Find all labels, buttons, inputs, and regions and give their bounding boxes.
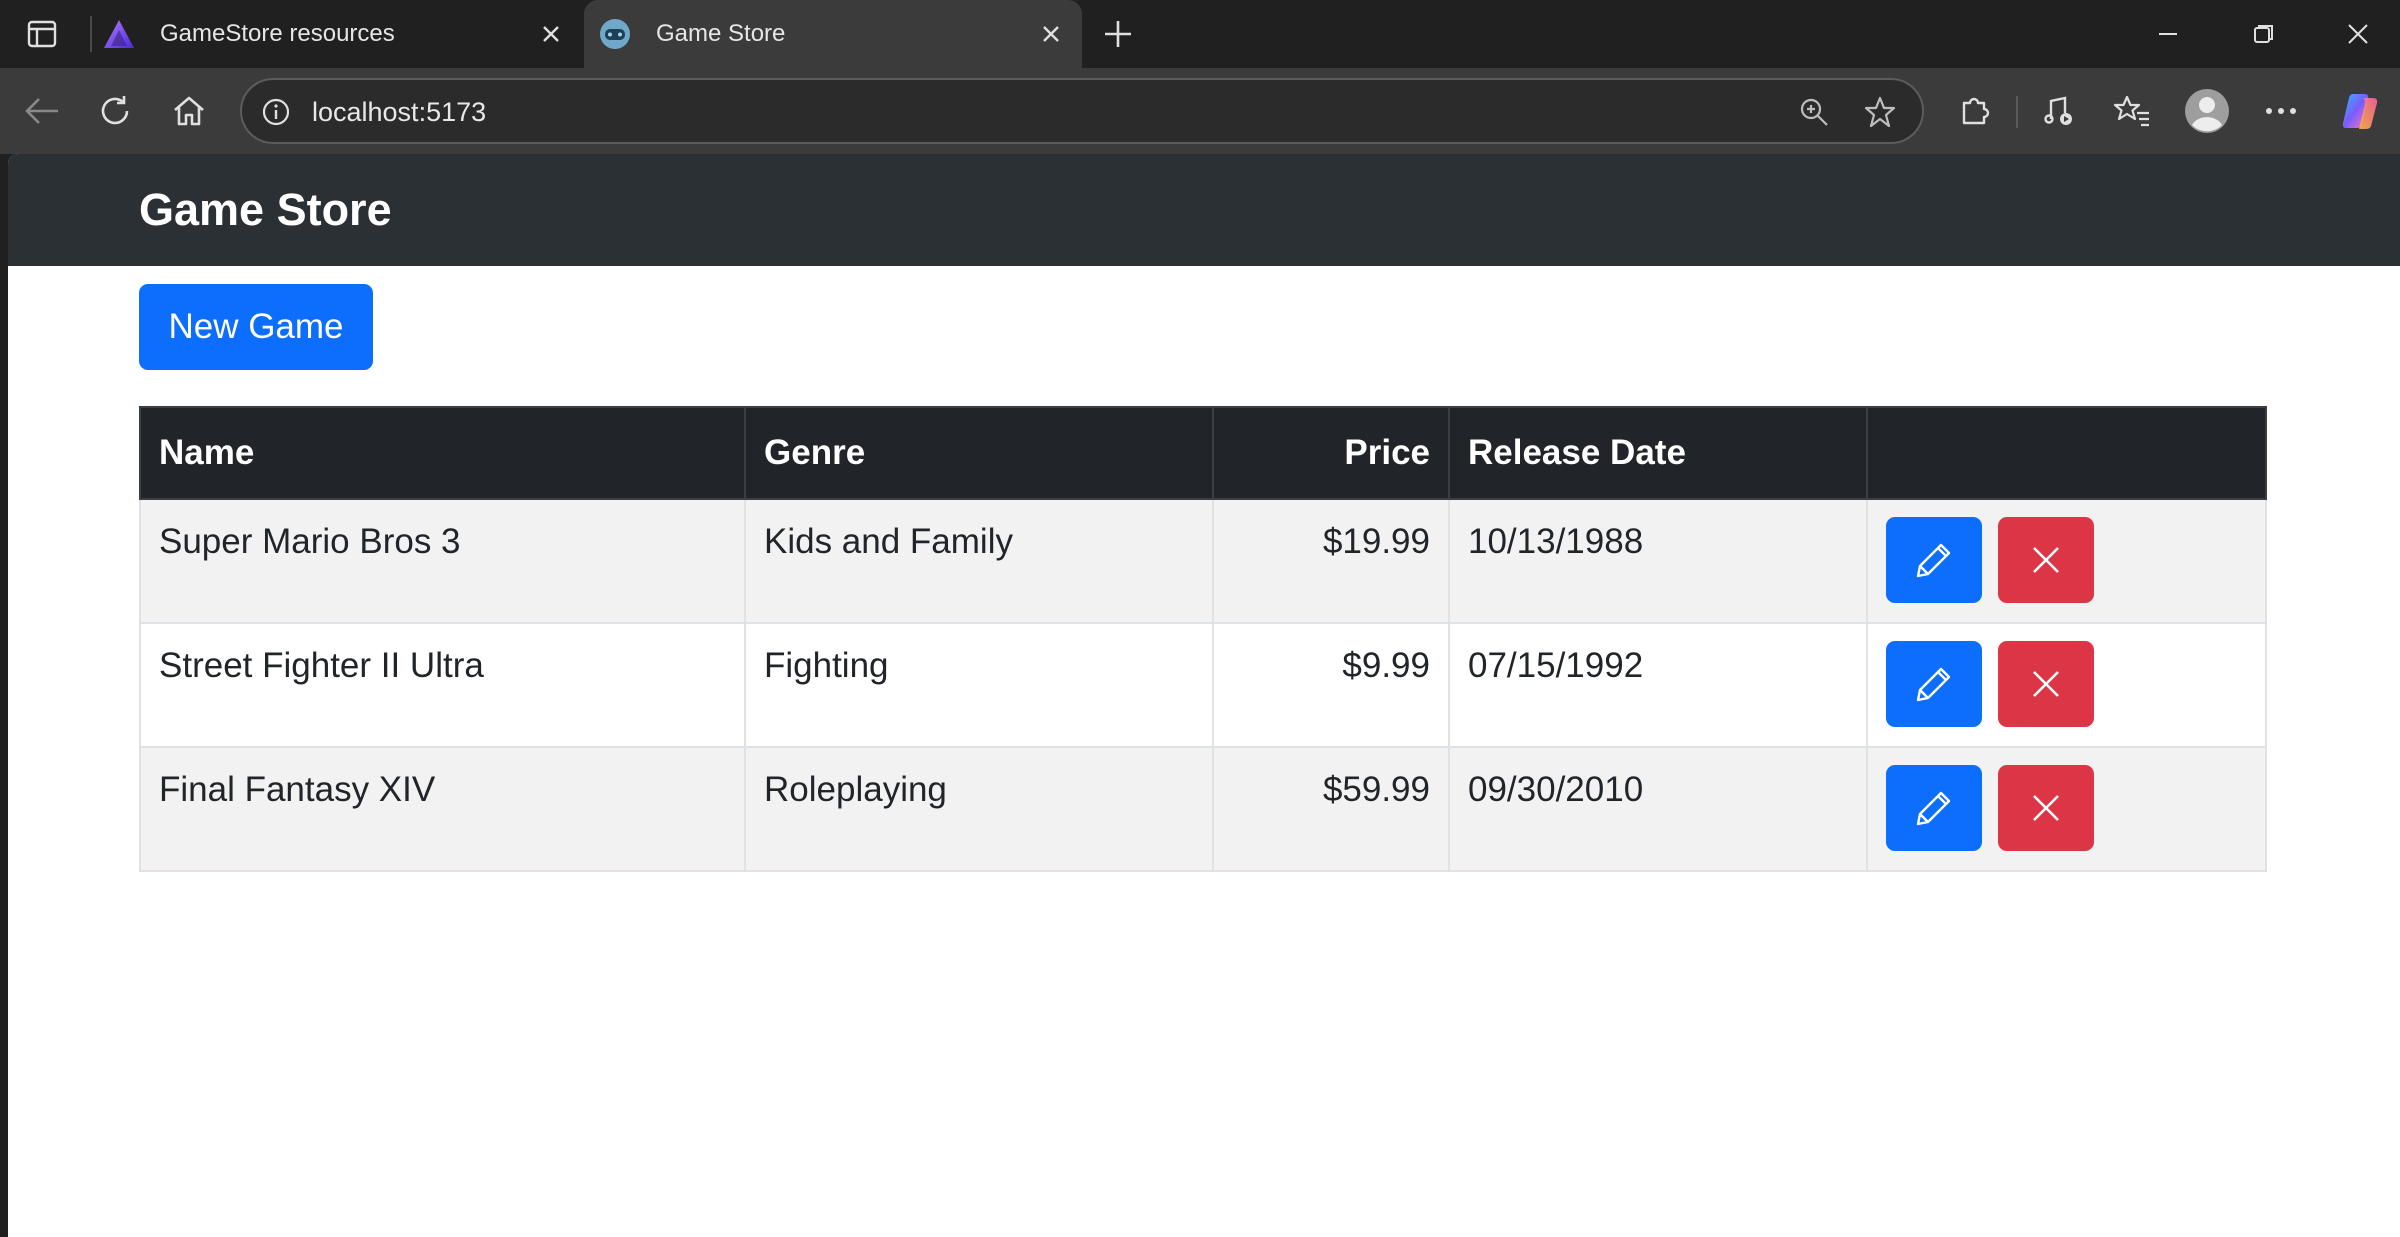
header-name: Name xyxy=(139,406,746,500)
cell-actions xyxy=(1866,746,2267,872)
zoom-icon[interactable] xyxy=(1794,92,1834,132)
table-row: Final Fantasy XIV Roleplaying $59.99 09/… xyxy=(139,746,2267,872)
browser-tabstrip: GameStore resources Game Store xyxy=(0,0,2400,68)
delete-button[interactable] xyxy=(1998,641,2094,727)
page-viewport: Game Store New Game Name Genre Price Rel… xyxy=(8,154,2400,1237)
delete-button[interactable] xyxy=(1998,765,2094,851)
media-control-icon[interactable] xyxy=(2035,88,2083,134)
pencil-icon xyxy=(1916,791,1951,826)
cell-name: Street Fighter II Ultra xyxy=(139,622,746,748)
edit-button[interactable] xyxy=(1886,517,1982,603)
pencil-icon xyxy=(1916,667,1951,702)
table-row: Street Fighter II Ultra Fighting $9.99 0… xyxy=(139,622,2267,748)
cell-release-date: 07/15/1992 xyxy=(1448,622,1868,748)
games-table: Name Genre Price Release Date Super Mari… xyxy=(139,406,2267,872)
close-icon xyxy=(2033,671,2059,697)
tab-gamestore-resources[interactable]: GameStore resources xyxy=(102,0,582,68)
tab-actions-icon[interactable] xyxy=(18,16,66,52)
header-genre: Genre xyxy=(744,406,1214,500)
header-actions xyxy=(1866,406,2267,500)
tab-separator xyxy=(90,16,92,52)
extensions-icon[interactable] xyxy=(1950,88,1998,134)
restore-icon[interactable] xyxy=(2234,12,2294,56)
cell-actions xyxy=(1866,498,2267,624)
cell-genre: Fighting xyxy=(744,622,1214,748)
cell-name: Super Mario Bros 3 xyxy=(139,498,746,624)
cell-genre: Roleplaying xyxy=(744,746,1214,872)
close-tab-icon[interactable] xyxy=(534,17,568,51)
profile-avatar-icon[interactable] xyxy=(2183,88,2231,134)
cell-price: $19.99 xyxy=(1212,498,1450,624)
minimize-icon[interactable] xyxy=(2138,12,2198,56)
back-icon[interactable] xyxy=(18,88,66,134)
address-url: localhost:5173 xyxy=(312,97,487,127)
tab-game-store[interactable]: Game Store xyxy=(584,0,1082,68)
browser-toolbar: localhost:5173 xyxy=(0,68,2400,154)
favorite-star-icon[interactable] xyxy=(1858,92,1902,132)
pencil-icon xyxy=(1916,543,1951,578)
favorites-icon[interactable] xyxy=(2108,88,2156,134)
address-bar[interactable]: localhost:5173 xyxy=(240,78,1924,144)
triangle-logo-icon xyxy=(102,17,136,51)
close-icon xyxy=(2033,547,2059,573)
home-icon[interactable] xyxy=(165,88,213,134)
cell-release-date: 10/13/1988 xyxy=(1448,498,1868,624)
close-icon xyxy=(2033,795,2059,821)
table-header-row: Name Genre Price Release Date xyxy=(139,406,2267,500)
edit-button[interactable] xyxy=(1886,641,1982,727)
copilot-icon[interactable] xyxy=(2336,88,2384,134)
cell-actions xyxy=(1866,622,2267,748)
app-navbar: Game Store xyxy=(8,154,2400,266)
header-release-date: Release Date xyxy=(1448,406,1868,500)
cell-price: $9.99 xyxy=(1212,622,1450,748)
new-tab-icon[interactable] xyxy=(1094,14,1142,54)
new-game-button[interactable]: New Game xyxy=(139,284,373,370)
cell-price: $59.99 xyxy=(1212,746,1450,872)
more-options-icon[interactable] xyxy=(2257,88,2305,134)
site-info-icon[interactable] xyxy=(256,92,296,132)
cell-release-date: 09/30/2010 xyxy=(1448,746,1868,872)
cell-genre: Kids and Family xyxy=(744,498,1214,624)
toolbar-divider xyxy=(2016,96,2018,128)
refresh-icon[interactable] xyxy=(91,88,139,134)
close-tab-icon[interactable] xyxy=(1034,17,1068,51)
app-brand[interactable]: Game Store xyxy=(139,184,392,236)
delete-button[interactable] xyxy=(1998,517,2094,603)
game-controller-icon xyxy=(598,17,632,51)
close-window-icon[interactable] xyxy=(2328,12,2388,56)
edit-button[interactable] xyxy=(1886,765,1982,851)
tab-title: GameStore resources xyxy=(160,20,395,47)
table-row: Super Mario Bros 3 Kids and Family $19.9… xyxy=(139,498,2267,624)
tab-title: Game Store xyxy=(656,20,786,47)
header-price: Price xyxy=(1212,406,1450,500)
cell-name: Final Fantasy XIV xyxy=(139,746,746,872)
